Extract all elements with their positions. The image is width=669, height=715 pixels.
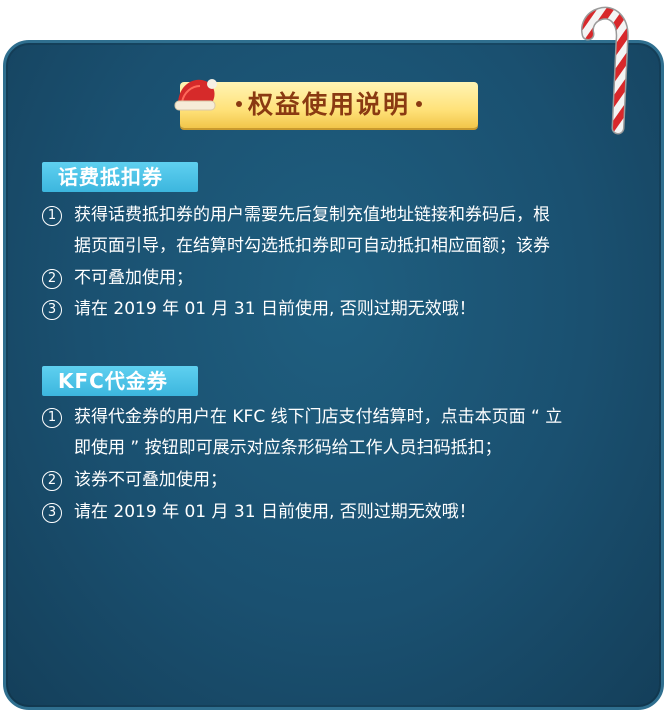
item-text: 请在 2019 年 01 月 31 日前使用, 否则过期无效哦！ [74,502,476,522]
item-text: 该券不可叠加使用； [74,470,227,490]
circled-number: 3 [42,503,62,523]
circled-number: 2 [42,269,62,289]
circled-number: 1 [42,206,62,226]
page: 权益使用说明 话费抵扣券 1 获得话费抵扣券的用户需要先后复制充值地址链接和券码… [0,0,669,715]
candy-cane-icon [581,6,629,135]
list-item: 2 该券不可叠加使用； [42,465,632,496]
circled-number: 2 [42,471,62,491]
circled-number: 3 [42,300,62,320]
section-tag-kfc-voucher: KFC代金券 [42,366,198,396]
list-item: 1 获得话费抵扣券的用户需要先后复制充值地址链接和券码后，根 据页面引导，在结算… [42,200,632,262]
section-tag-phone-coupon: 话费抵扣券 [42,162,198,192]
title-banner: 权益使用说明 [180,82,478,128]
item-text: 获得代金券的用户在 KFC 线下门店支付结算时，点击本页面 “ 立 即使用 ” … [74,407,563,458]
banner-title: 权益使用说明 [247,90,410,119]
dot-icon [416,101,422,107]
item-text: 不可叠加使用； [74,268,193,288]
list-item: 1 获得代金券的用户在 KFC 线下门店支付结算时，点击本页面 “ 立 即使用 … [42,402,632,464]
list-item: 3 请在 2019 年 01 月 31 日前使用, 否则过期无效哦！ [42,294,632,325]
item-text: 请在 2019 年 01 月 31 日前使用, 否则过期无效哦！ [74,299,476,319]
santa-hat-icon [174,79,217,111]
list-item: 3 请在 2019 年 01 月 31 日前使用, 否则过期无效哦！ [42,497,632,528]
item-text: 获得话费抵扣券的用户需要先后复制充值地址链接和券码后，根 据页面引导，在结算时勾… [74,205,550,256]
dot-icon [235,101,242,107]
banner-title-row: 权益使用说明 [180,82,478,128]
list-item: 2 不可叠加使用； [42,263,632,294]
circled-number: 1 [42,408,62,428]
